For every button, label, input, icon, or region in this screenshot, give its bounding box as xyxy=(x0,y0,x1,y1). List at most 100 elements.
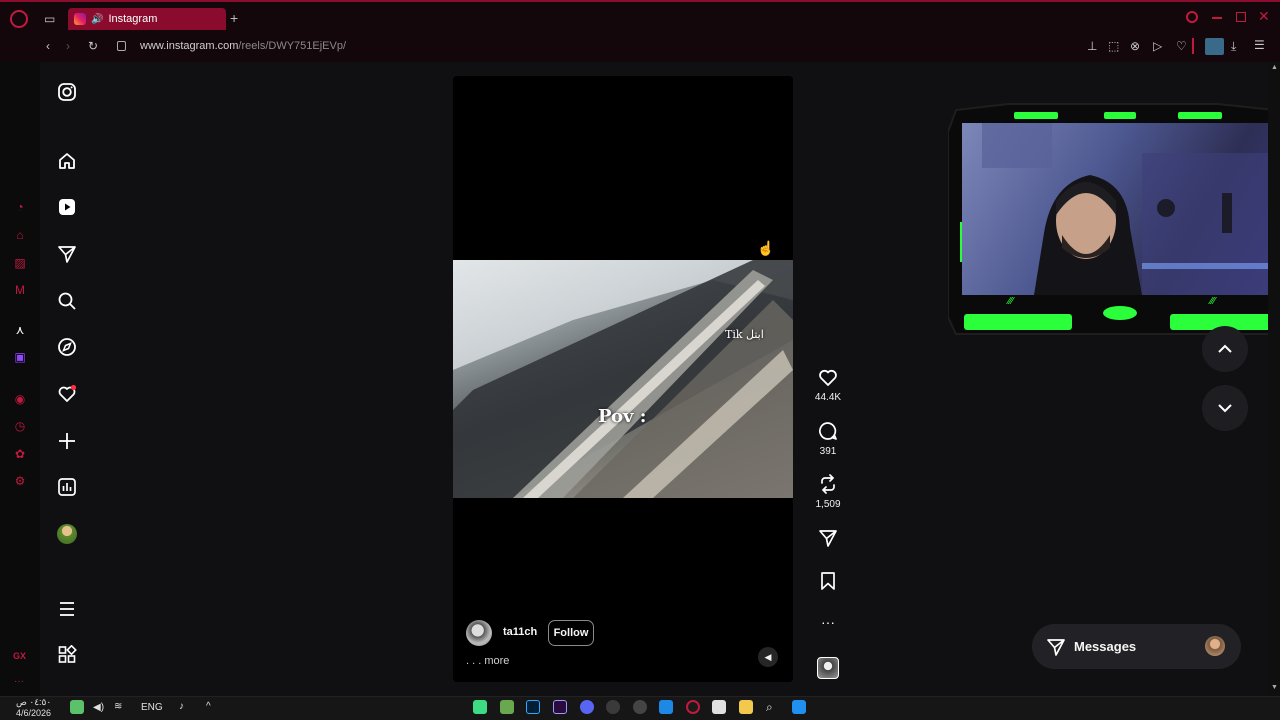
gx-cleaner-icon[interactable]: ▨ xyxy=(13,256,27,270)
url-host: www.instagram.com xyxy=(140,40,239,52)
search-tabs-icon[interactable] xyxy=(1186,11,1198,23)
pin-icon[interactable]: ⊥ xyxy=(1087,39,1097,53)
language-indicator[interactable]: ENG xyxy=(141,702,163,713)
extensions-icon[interactable]: ✿ xyxy=(13,447,27,461)
taskbar-time[interactable]: ٠٤:٥٠ ص xyxy=(16,697,51,708)
twitch-icon[interactable]: ▣ xyxy=(13,350,27,364)
author-avatar[interactable] xyxy=(466,620,492,646)
home-icon[interactable] xyxy=(57,151,77,171)
create-icon[interactable] xyxy=(57,431,77,451)
tray-app-icon[interactable] xyxy=(70,700,84,714)
start-button-icon[interactable] xyxy=(792,700,806,714)
repost-count: 1,509 xyxy=(815,499,841,510)
sidebar-app-icon[interactable]: ⋏ xyxy=(13,323,27,337)
photos-icon[interactable] xyxy=(659,700,673,714)
volume-icon: ◀ xyxy=(764,651,772,662)
steam-icon[interactable] xyxy=(633,700,647,714)
player-icon[interactable]: ▷ xyxy=(1153,39,1162,53)
gx-control-icon[interactable]: ◔ xyxy=(13,200,27,214)
taskbar-app-1-icon[interactable] xyxy=(473,700,487,714)
messages-button[interactable]: Messages xyxy=(1032,624,1241,669)
repost-icon[interactable] xyxy=(818,474,838,494)
follow-button[interactable]: Follow xyxy=(548,620,594,646)
chevron-down-icon xyxy=(1218,404,1232,413)
opera-logo-icon[interactable] xyxy=(10,10,28,28)
audio-thumbnail[interactable] xyxy=(817,657,839,679)
premiere-icon[interactable] xyxy=(553,700,567,714)
menu-icon[interactable]: ☰ xyxy=(1254,38,1265,52)
close-icon[interactable]: ✕ xyxy=(1258,8,1270,25)
taskbar-date[interactable]: 4/6/2026 xyxy=(16,708,51,718)
tab-instagram[interactable]: 🔊 Instagram xyxy=(68,8,226,30)
minimize-icon[interactable] xyxy=(1212,17,1222,19)
player-sidebar-icon[interactable]: ◉ xyxy=(13,392,27,406)
instagram-logo-icon[interactable] xyxy=(57,82,77,102)
gx-corner-icon[interactable]: ⌂ xyxy=(13,228,27,242)
photoshop-icon[interactable] xyxy=(526,700,540,714)
taskbar-app-grid-icon[interactable] xyxy=(712,700,726,714)
like-heart-icon[interactable] xyxy=(818,368,838,388)
messages-avatar xyxy=(1205,636,1225,656)
snapshot-icon[interactable]: ⬚ xyxy=(1108,39,1119,53)
more-options-icon[interactable]: ··· xyxy=(818,614,838,630)
forward-icon[interactable]: › xyxy=(66,39,70,53)
gmail-icon[interactable]: M xyxy=(13,283,27,297)
settings-icon[interactable]: ⚙ xyxy=(13,474,27,488)
lock-icon[interactable] xyxy=(117,41,126,51)
instagram-favicon-icon xyxy=(74,13,86,25)
page-scrollbar[interactable]: ▲ ▼ xyxy=(1268,62,1280,696)
toolbar-divider xyxy=(1192,38,1194,54)
webcam-feed xyxy=(962,123,1278,295)
volume-tray-icon[interactable]: ◀) xyxy=(93,702,104,713)
author-username[interactable]: ta11ch xyxy=(503,626,537,638)
history-icon[interactable]: ◷ xyxy=(13,419,27,433)
reel-video-frame[interactable]: Pov : Tik ابتل xyxy=(453,260,793,498)
reload-icon[interactable]: ↻ xyxy=(88,39,98,53)
bookmark-heart-icon[interactable]: ♡ xyxy=(1176,39,1187,53)
gx-label[interactable]: GX xyxy=(13,651,26,661)
previous-reel-button[interactable] xyxy=(1202,326,1248,372)
explore-icon[interactable] xyxy=(57,337,77,357)
scroll-down-icon[interactable]: ▼ xyxy=(1271,684,1278,691)
wifi-icon[interactable]: ≋ xyxy=(114,701,122,712)
more-menu-icon[interactable] xyxy=(57,599,77,619)
comment-icon[interactable] xyxy=(818,421,838,441)
microphone-icon[interactable]: ♪ xyxy=(179,701,184,712)
back-icon[interactable]: ‹ xyxy=(46,39,50,53)
search-icon[interactable] xyxy=(57,291,77,311)
dashboard-icon[interactable] xyxy=(57,477,77,497)
caption-more-link[interactable]: . . . more xyxy=(466,655,509,667)
opera-gx-taskbar-icon[interactable] xyxy=(686,700,700,714)
also-from-meta-icon[interactable] xyxy=(57,645,77,665)
reels-icon[interactable] xyxy=(57,197,77,217)
profile-avatar[interactable] xyxy=(1205,38,1224,55)
download-icon[interactable]: ⤓ xyxy=(1231,39,1236,54)
save-bookmark-icon[interactable] xyxy=(818,571,838,591)
chevron-up-icon xyxy=(1218,344,1232,353)
share-icon[interactable] xyxy=(818,528,838,548)
workspaces-icon[interactable]: ▭ xyxy=(44,12,55,26)
messages-label: Messages xyxy=(1074,639,1137,654)
messages-icon xyxy=(1047,638,1065,656)
next-reel-button[interactable] xyxy=(1202,385,1248,431)
scroll-up-icon[interactable]: ▲ xyxy=(1271,64,1278,71)
tab-title: Instagram xyxy=(108,13,158,25)
file-explorer-icon[interactable] xyxy=(739,700,753,714)
taskbar-minecraft-icon[interactable] xyxy=(500,700,514,714)
more-sidebar-icon[interactable]: ··· xyxy=(14,676,24,687)
chrome-icon[interactable] xyxy=(606,700,620,714)
new-tab-button[interactable]: + xyxy=(230,10,238,26)
adblock-icon[interactable]: ⊗ xyxy=(1130,39,1140,53)
restore-icon[interactable] xyxy=(1236,12,1246,22)
speaker-icon[interactable]: 🔊 xyxy=(91,14,103,25)
discord-icon[interactable] xyxy=(580,700,594,714)
direct-messages-icon[interactable] xyxy=(57,244,77,264)
taskbar-search-icon[interactable]: ⌕ xyxy=(766,700,773,715)
mute-button[interactable]: ◀ xyxy=(758,647,778,667)
car-hood-illustration xyxy=(453,260,793,498)
like-count: 44.4K xyxy=(814,392,842,403)
profile-avatar-icon[interactable] xyxy=(57,524,77,544)
tray-expand-icon[interactable]: ^ xyxy=(206,701,211,712)
notifications-heart-icon[interactable] xyxy=(57,384,77,404)
url-field[interactable]: www.instagram.com/reels/DWY751EjEVp/ xyxy=(140,40,346,52)
